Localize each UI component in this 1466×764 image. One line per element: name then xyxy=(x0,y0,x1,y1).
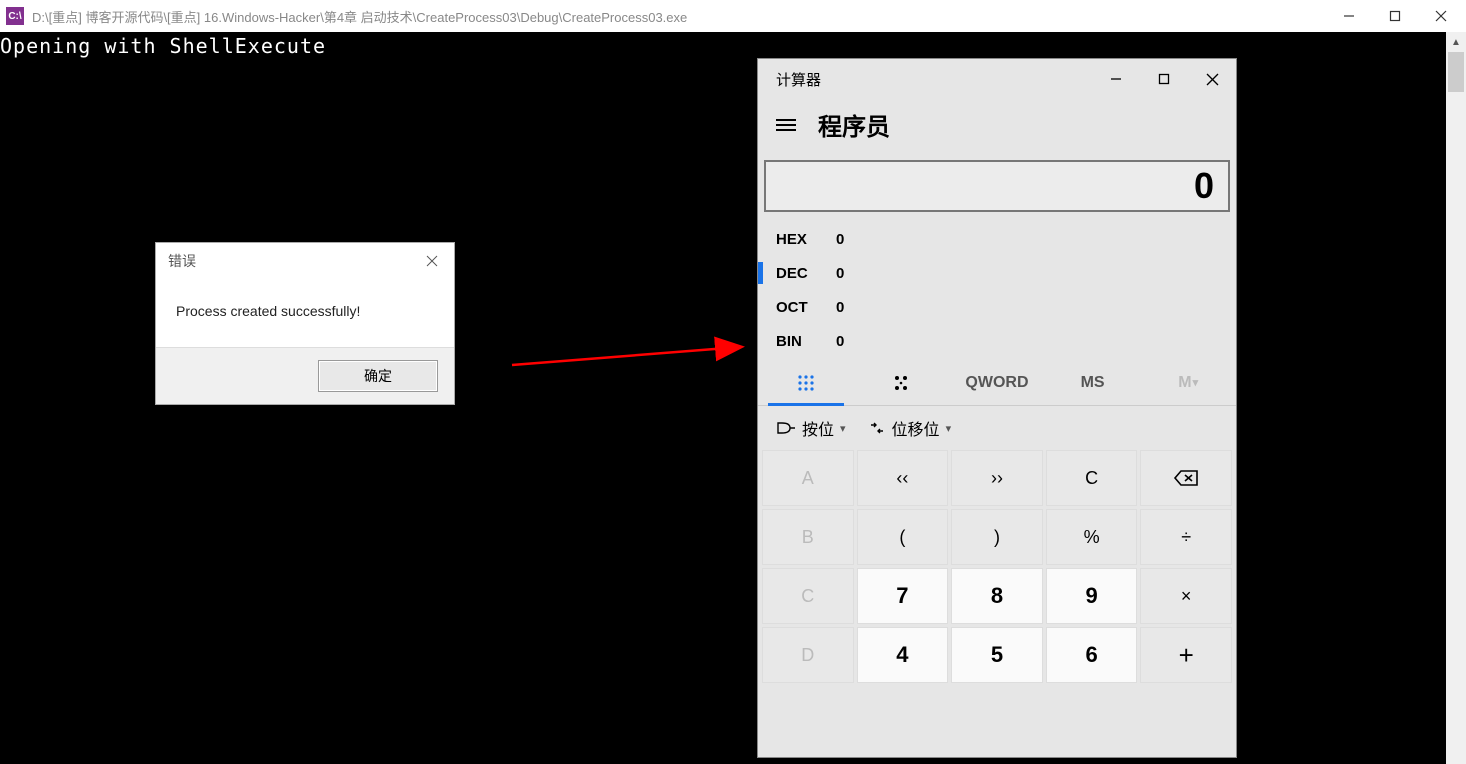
calc-close-button[interactable] xyxy=(1188,59,1236,99)
base-oct[interactable]: OCT 0 xyxy=(772,290,1218,324)
tab-qword[interactable]: QWORD xyxy=(949,360,1045,405)
tab-m: M▾ xyxy=(1140,360,1236,405)
window-title: D:\[重点] 博客开源代码\[重点] 16.Windows-Hacker\第4… xyxy=(32,7,1326,26)
tab-bits[interactable] xyxy=(854,360,950,405)
vertical-scrollbar[interactable]: ▲ xyxy=(1446,32,1466,764)
maximize-button[interactable] xyxy=(1372,1,1418,31)
key-percent[interactable]: % xyxy=(1046,509,1138,565)
key-rshift[interactable]: ›› xyxy=(951,450,1043,506)
key-d: D xyxy=(762,627,854,683)
bits-icon xyxy=(891,373,911,393)
chevron-down-icon: ▾ xyxy=(840,422,846,435)
minimize-button[interactable] xyxy=(1326,1,1372,31)
base-bin-value: 0 xyxy=(836,333,844,350)
base-dec-label: DEC xyxy=(776,265,836,282)
shift-icon xyxy=(868,421,886,435)
scroll-thumb[interactable] xyxy=(1448,52,1464,92)
calc-bases: HEX 0 DEC 0 OCT 0 BIN 0 xyxy=(758,212,1236,360)
key-lshift[interactable]: ‹‹ xyxy=(857,450,949,506)
dialog-footer: 确定 xyxy=(156,347,454,404)
key-divide[interactable]: ÷ xyxy=(1140,509,1232,565)
gate-icon xyxy=(776,421,796,435)
bitshift-dropdown[interactable]: 位移位 ▾ xyxy=(868,416,952,440)
key-5[interactable]: 5 xyxy=(951,627,1043,683)
tab-ms[interactable]: MS xyxy=(1045,360,1141,405)
base-dec[interactable]: DEC 0 xyxy=(772,256,1218,290)
calculator-window: 计算器 程序员 0 HEX 0 DEC 0 OCT 0 BIN xyxy=(757,58,1237,758)
key-7[interactable]: 7 xyxy=(857,568,949,624)
key-plus[interactable]: + xyxy=(1140,627,1232,683)
key-backspace[interactable] xyxy=(1140,450,1232,506)
keypad-icon xyxy=(796,373,816,393)
key-close-paren[interactable]: ) xyxy=(951,509,1043,565)
key-a: A xyxy=(762,450,854,506)
calc-maximize-button[interactable] xyxy=(1140,59,1188,99)
calc-shift-bar: 按位 ▾ 位移位 ▾ xyxy=(758,406,1236,450)
key-8[interactable]: 8 xyxy=(951,568,1043,624)
scroll-up-arrow[interactable]: ▲ xyxy=(1446,32,1466,52)
base-oct-label: OCT xyxy=(776,299,836,316)
calc-header: 程序员 xyxy=(758,99,1236,160)
calc-mode-label: 程序员 xyxy=(818,107,890,142)
base-bin-label: BIN xyxy=(776,333,836,350)
bitwise-dropdown[interactable]: 按位 ▾ xyxy=(776,416,846,440)
calc-titlebar: 计算器 xyxy=(758,59,1236,99)
key-6[interactable]: 6 xyxy=(1046,627,1138,683)
key-c-hex: C xyxy=(762,568,854,624)
console-line: Opening with ShellExecute xyxy=(0,34,326,58)
key-b: B xyxy=(762,509,854,565)
base-hex-value: 0 xyxy=(836,231,844,248)
calc-keypad: A ‹‹ ›› C B ( ) % ÷ C 7 8 9 × D 4 5 6 + xyxy=(758,450,1236,687)
base-hex[interactable]: HEX 0 xyxy=(772,222,1218,256)
hamburger-icon[interactable] xyxy=(776,118,796,132)
ok-button[interactable]: 确定 xyxy=(318,360,438,392)
message-dialog: 错误 Process created successfully! 确定 xyxy=(155,242,455,405)
key-clear[interactable]: C xyxy=(1046,450,1138,506)
dialog-close-button[interactable] xyxy=(422,251,442,271)
key-9[interactable]: 9 xyxy=(1046,568,1138,624)
chevron-down-icon: ▾ xyxy=(946,422,952,435)
base-dec-value: 0 xyxy=(836,265,844,282)
app-icon: C:\ xyxy=(6,7,24,25)
dialog-title: 错误 xyxy=(168,251,422,271)
calc-tabs: QWORD MS M▾ xyxy=(758,360,1236,406)
outer-window-titlebar: C:\ D:\[重点] 博客开源代码\[重点] 16.Windows-Hacke… xyxy=(0,0,1466,32)
base-hex-label: HEX xyxy=(776,231,836,248)
base-bin[interactable]: BIN 0 xyxy=(772,324,1218,358)
dialog-titlebar: 错误 xyxy=(156,243,454,279)
calc-display: 0 xyxy=(764,160,1230,212)
calc-title: 计算器 xyxy=(776,69,1092,90)
base-oct-value: 0 xyxy=(836,299,844,316)
tab-keypad[interactable] xyxy=(758,360,854,405)
key-open-paren[interactable]: ( xyxy=(857,509,949,565)
close-button[interactable] xyxy=(1418,1,1464,31)
key-multiply[interactable]: × xyxy=(1140,568,1232,624)
calc-minimize-button[interactable] xyxy=(1092,59,1140,99)
dialog-message: Process created successfully! xyxy=(156,279,454,347)
key-4[interactable]: 4 xyxy=(857,627,949,683)
window-controls xyxy=(1326,1,1464,31)
backspace-icon xyxy=(1173,469,1199,487)
